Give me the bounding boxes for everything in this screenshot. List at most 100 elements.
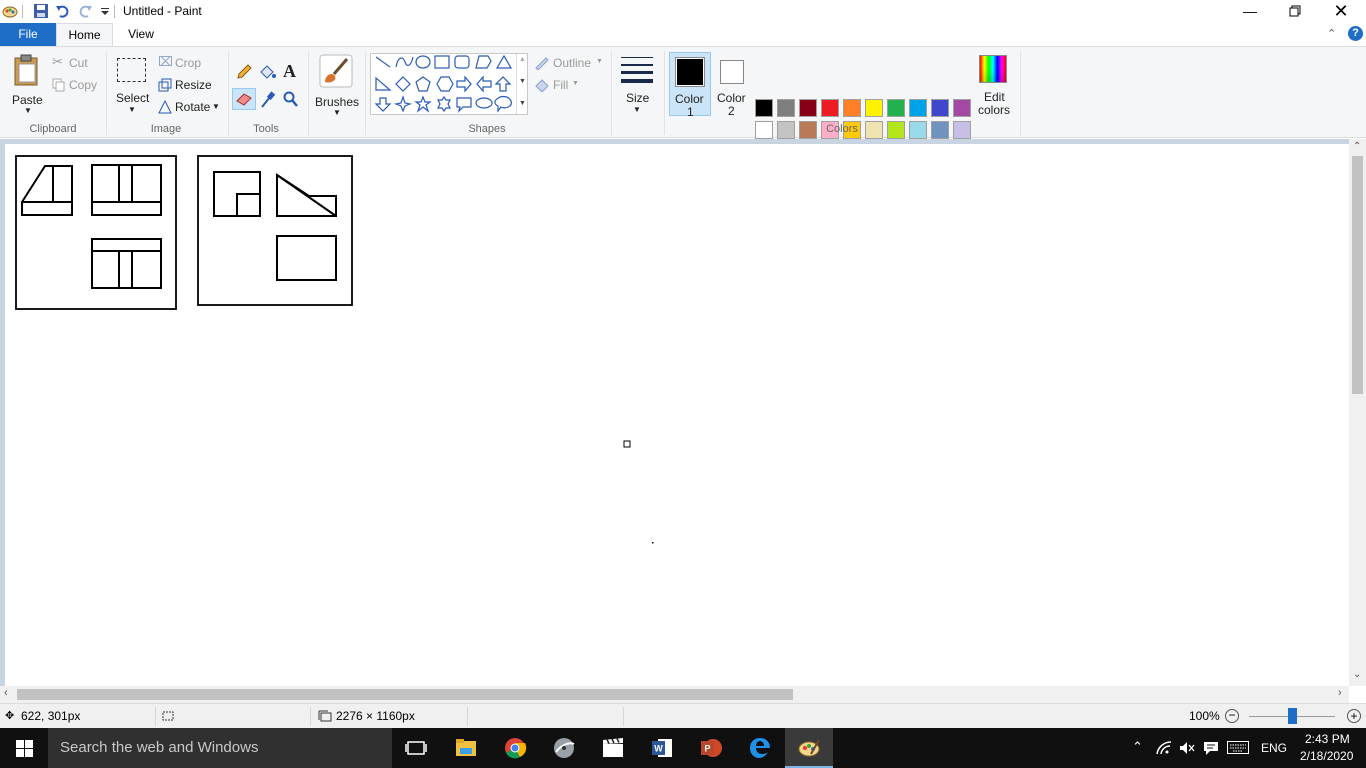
drawing-canvas[interactable]: [5, 144, 1349, 686]
cursor-position: 622, 301px: [21, 709, 81, 723]
group-divider: [611, 51, 612, 135]
divider: [310, 707, 311, 726]
expand-gallery-icon[interactable]: ▼: [519, 100, 526, 107]
volume-muted-icon[interactable]: [1179, 741, 1195, 755]
vertical-scrollbar[interactable]: ⌃ ⌄: [1349, 139, 1366, 686]
chrome-icon[interactable]: [503, 736, 527, 760]
text-tool-icon[interactable]: A: [283, 61, 296, 82]
horizontal-scroll-thumb[interactable]: [17, 689, 793, 700]
file-explorer-icon[interactable]: [454, 736, 478, 760]
brushes-button[interactable]: Brushes ▼: [313, 51, 359, 117]
palette-color-swatch[interactable]: [953, 121, 971, 139]
windows-start-icon[interactable]: [16, 740, 33, 757]
clock-time[interactable]: 2:43 PM: [1305, 732, 1350, 746]
disc-app-icon[interactable]: [552, 736, 576, 760]
paint-taskbar-button[interactable]: [785, 728, 833, 768]
horizontal-scrollbar[interactable]: ‹ ›: [0, 686, 1349, 703]
restore-icon: [1289, 5, 1301, 17]
redo-icon[interactable]: [77, 3, 93, 19]
show-hidden-icons[interactable]: ⌃: [1132, 739, 1143, 755]
image-size-icon: [318, 710, 332, 722]
shapes-gallery-icons[interactable]: [373, 54, 518, 114]
restore-button[interactable]: [1272, 0, 1318, 23]
powerpoint-icon[interactable]: P: [699, 736, 723, 760]
color1-button[interactable]: Color 1: [669, 52, 711, 119]
eraser-button[interactable]: [232, 88, 256, 110]
vertical-scroll-thumb[interactable]: [1352, 156, 1363, 394]
palette-color-swatch[interactable]: [843, 99, 861, 117]
undo-icon[interactable]: [55, 3, 71, 19]
edge-icon[interactable]: [748, 736, 772, 760]
zoom-out-button[interactable]: −: [1225, 709, 1239, 723]
magnifier-icon[interactable]: [283, 91, 299, 109]
outline-label: Outline: [553, 56, 592, 70]
palette-color-swatch[interactable]: [777, 121, 795, 139]
palette-color-swatch[interactable]: [755, 121, 773, 139]
zoom-slider-thumb[interactable]: [1288, 708, 1297, 724]
fill-label: Fill: [553, 78, 569, 92]
shapes-gallery: ▲ ▼ ▼: [370, 53, 528, 115]
svg-text:W: W: [654, 744, 663, 754]
pencil-icon[interactable]: [235, 63, 253, 81]
keyboard-icon[interactable]: [1227, 741, 1249, 754]
palette-color-swatch[interactable]: [887, 99, 905, 117]
task-view-icon[interactable]: [404, 736, 428, 760]
input-language[interactable]: ENG: [1261, 741, 1287, 755]
paste-button[interactable]: Paste ▼: [6, 51, 48, 115]
palette-color-swatch[interactable]: [887, 121, 905, 139]
scissors-icon: ✂: [52, 54, 63, 69]
notifications-icon[interactable]: [1203, 740, 1219, 756]
scroll-up-icon[interactable]: ▲: [519, 56, 526, 63]
palette-color-swatch[interactable]: [777, 99, 795, 117]
tab-home[interactable]: Home: [56, 23, 113, 47]
tab-view[interactable]: View: [113, 23, 169, 46]
palette-color-swatch[interactable]: [755, 99, 773, 117]
chevron-down-icon: ▼: [128, 105, 136, 114]
scroll-down-icon[interactable]: ▼: [519, 78, 526, 85]
close-button[interactable]: ✕: [1318, 0, 1364, 23]
scroll-left-icon[interactable]: ‹: [4, 687, 8, 699]
chevron-down-icon: ▼: [596, 58, 603, 65]
image-group-label: Image: [150, 123, 182, 135]
palette-color-swatch[interactable]: [799, 99, 817, 117]
palette-color-swatch[interactable]: [821, 99, 839, 117]
taskbar-search-box[interactable]: Search the web and Windows: [48, 728, 392, 768]
paint-app-icon: [798, 739, 820, 757]
color-picker-icon[interactable]: [260, 91, 276, 109]
scroll-up-icon[interactable]: ⌃: [1353, 141, 1361, 152]
collapse-ribbon-icon[interactable]: ⌃: [1327, 27, 1336, 40]
fill-bucket-icon[interactable]: [258, 63, 276, 81]
tab-file[interactable]: File: [0, 23, 56, 46]
ribbon: Paste ▼ ✂ Cut Copy Clipboard Select ▼ ⌧ …: [0, 46, 1366, 161]
shapes-gallery-scroll[interactable]: ▲ ▼ ▼: [516, 54, 528, 114]
group-divider: [1020, 51, 1021, 135]
minimize-button[interactable]: —: [1227, 0, 1273, 23]
palette-color-swatch[interactable]: [909, 121, 927, 139]
outline-icon: [535, 57, 549, 70]
title-bar: Untitled - Paint — ✕: [0, 0, 1366, 23]
scroll-down-icon[interactable]: ⌄: [1353, 669, 1361, 680]
scroll-right-icon[interactable]: ›: [1338, 687, 1342, 699]
word-icon[interactable]: W: [650, 736, 674, 760]
size-button[interactable]: Size ▼: [617, 53, 657, 115]
color2-button[interactable]: Color 2: [712, 52, 752, 118]
palette-color-swatch[interactable]: [931, 121, 949, 139]
palette-color-swatch[interactable]: [953, 99, 971, 117]
wifi-icon[interactable]: [1156, 741, 1172, 755]
clock-date[interactable]: 2/18/2020: [1300, 749, 1353, 763]
select-icon: [117, 58, 146, 82]
palette-color-swatch[interactable]: [909, 99, 927, 117]
resize-label: Resize: [175, 78, 212, 92]
save-icon[interactable]: [33, 3, 49, 19]
movie-maker-icon[interactable]: [601, 736, 625, 760]
zoom-in-button[interactable]: +: [1347, 709, 1361, 723]
palette-color-swatch[interactable]: [865, 99, 883, 117]
select-button[interactable]: Select ▼: [114, 53, 150, 115]
edit-colors-button[interactable]: Edit colors: [975, 52, 1013, 118]
customize-quick-access-icon[interactable]: [97, 3, 113, 19]
paint-app-icon[interactable]: [2, 3, 18, 19]
palette-color-swatch[interactable]: [931, 99, 949, 117]
divider: [22, 5, 23, 18]
help-icon[interactable]: ?: [1348, 26, 1363, 41]
group-divider: [664, 51, 665, 135]
